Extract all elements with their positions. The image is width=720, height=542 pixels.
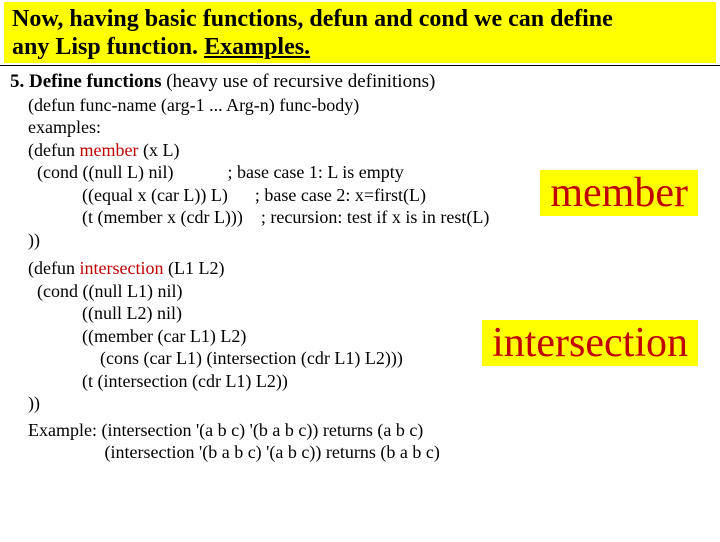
inter-l7: ))	[28, 392, 710, 415]
examples-label: examples:	[28, 116, 710, 139]
member-badge: member	[540, 170, 698, 216]
member-name: member	[79, 140, 138, 160]
intersection-badge: intersection	[482, 320, 698, 366]
defun-proto: (defun func-name (arg-1 ... Arg-n) func-…	[28, 94, 710, 117]
inter-l6: (t (intersection (cdr L1) L2))	[28, 370, 710, 393]
example-l2: (intersection '(b a b c) '(a b c)) retur…	[28, 441, 710, 464]
inter-l2: (cond ((null L1) nil)	[28, 280, 710, 303]
intersection-name: intersection	[79, 258, 163, 278]
section-head: 5. Define functions (heavy use of recurs…	[10, 70, 710, 94]
inter-l1c: (L1 L2)	[163, 258, 224, 278]
section-head-bold: 5. Define functions	[10, 71, 161, 92]
title-line-2: any Lisp function. Examples.	[12, 34, 708, 62]
member-l1c: (x L)	[138, 140, 179, 160]
title-line-1: Now, having basic functions, defun and c…	[12, 6, 708, 34]
inter-l1a: (defun	[28, 258, 79, 278]
section-head-rest: (heavy use of recursive definitions)	[161, 71, 435, 92]
member-l1a: (defun	[28, 140, 79, 160]
body-block: 5. Define functions (heavy use of recurs…	[0, 70, 720, 464]
divider	[0, 65, 720, 66]
title-line-2a: any Lisp function.	[12, 34, 204, 60]
example-l1: Example: (intersection '(a b c) '(b a b …	[28, 419, 710, 442]
member-l1: (defun member (x L)	[28, 139, 710, 162]
inter-l1: (defun intersection (L1 L2)	[28, 257, 710, 280]
member-l5: ))	[28, 229, 710, 252]
title-block: Now, having basic functions, defun and c…	[4, 2, 716, 63]
examples-link[interactable]: Examples.	[204, 34, 310, 60]
